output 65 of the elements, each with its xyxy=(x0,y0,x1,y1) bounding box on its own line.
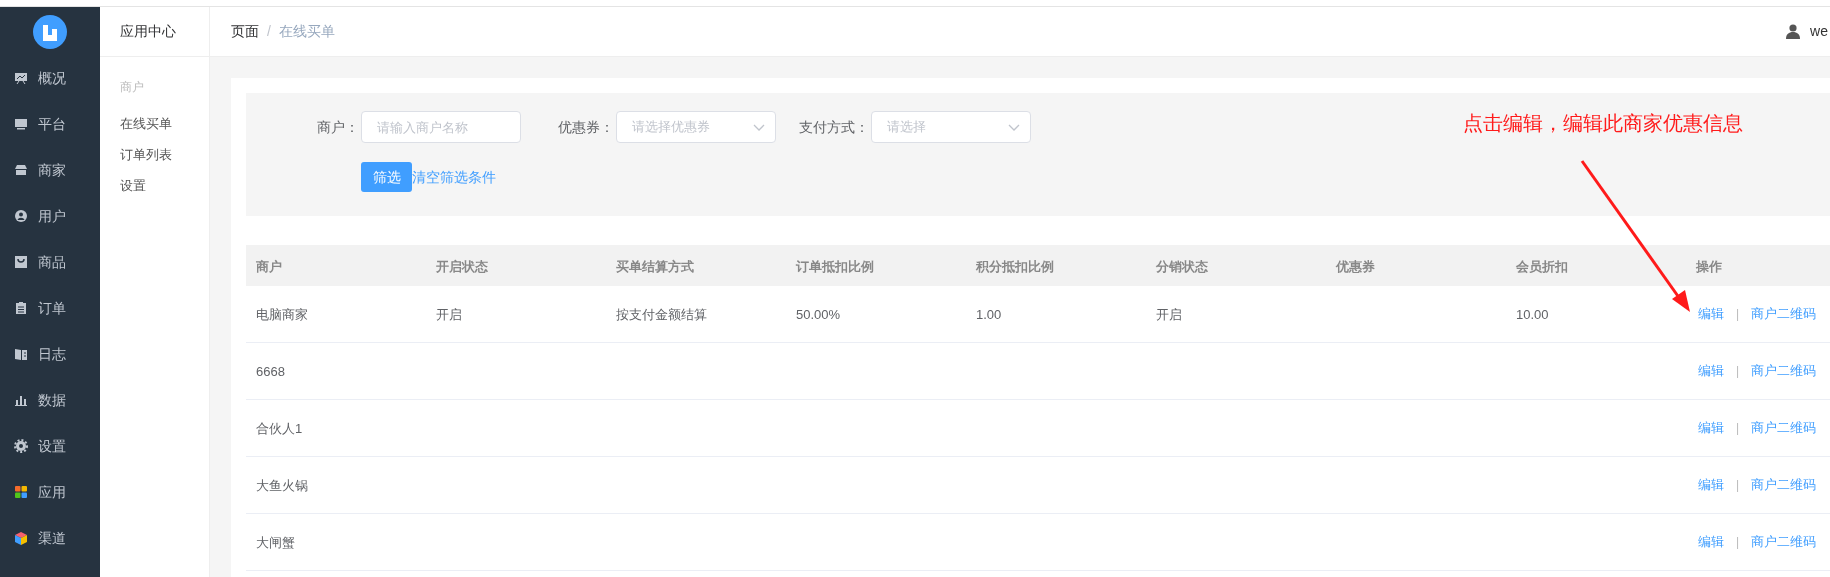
submenu-item[interactable]: 设置 xyxy=(100,170,209,201)
sidebar-item[interactable]: 应用 xyxy=(0,469,100,515)
store-icon xyxy=(14,163,28,177)
table-cell: 按支付金额结算 xyxy=(616,307,707,322)
sidebar-item[interactable]: 渠道 xyxy=(0,515,100,561)
filter-label: 优惠券： xyxy=(558,117,614,137)
app-grid-icon xyxy=(14,485,28,499)
table-cell: 50.00% xyxy=(796,307,841,322)
submenu-group-label: 商户 xyxy=(120,80,144,94)
chart-board-icon xyxy=(14,71,28,85)
sidebar-item[interactable]: 商家 xyxy=(0,147,100,193)
breadcrumb-item: 在线买单 xyxy=(278,22,335,41)
chevron-down-icon xyxy=(753,123,765,131)
action-separator: | xyxy=(1736,306,1740,323)
sidebar-item[interactable]: 日志 xyxy=(0,331,100,377)
sidebar-item[interactable]: 商品 xyxy=(0,239,100,285)
table-cell: 开启 xyxy=(1156,307,1182,322)
submenu-title: 应用中心 xyxy=(120,22,176,41)
sidebar-item[interactable]: 设置 xyxy=(0,423,100,469)
table-cell: 合伙人1 xyxy=(256,421,303,436)
breadcrumb-separator: / xyxy=(267,22,271,41)
merchant-name-field[interactable]: 请输入商户名称 xyxy=(361,111,521,143)
action-separator: | xyxy=(1736,534,1740,551)
table-cell: 1.00 xyxy=(976,307,1002,322)
sidebar-item[interactable]: 订单 xyxy=(0,285,100,331)
settings-icon xyxy=(14,439,28,453)
sidebar-item[interactable]: 平台 xyxy=(0,101,100,147)
column-header: 开启状态 xyxy=(436,258,488,274)
column-header: 积分抵扣比例 xyxy=(976,258,1054,274)
column-header: 商户 xyxy=(256,258,282,274)
annotation-text: 点击编辑，编辑此商家优惠信息 xyxy=(1463,111,1743,136)
chevron-down-icon xyxy=(1008,123,1020,131)
submenu-item[interactable]: 订单列表 xyxy=(100,139,209,170)
logo-icon xyxy=(33,15,67,49)
table-cell: 大鱼火锅 xyxy=(256,478,308,493)
sidebar-item[interactable]: 用户 xyxy=(0,193,100,239)
action-separator: | xyxy=(1736,477,1740,494)
action-separator: | xyxy=(1736,363,1740,380)
sidebar-item[interactable]: 概况 xyxy=(0,55,100,101)
column-header: 会员折扣 xyxy=(1516,258,1568,274)
filter-label: 商户： xyxy=(317,117,359,137)
column-header: 优惠券 xyxy=(1336,258,1375,274)
clipboard-icon xyxy=(14,301,28,315)
book-icon xyxy=(14,347,28,361)
sidebar-item[interactable]: 数据 xyxy=(0,377,100,423)
column-header: 操作 xyxy=(1696,258,1722,274)
monitor-icon xyxy=(14,117,28,131)
submenu-item[interactable]: 在线买单 xyxy=(100,108,209,139)
breadcrumb-item[interactable]: 页面 xyxy=(231,21,259,42)
cube-icon xyxy=(14,531,28,545)
user-icon[interactable] xyxy=(1786,24,1801,39)
bag-icon xyxy=(14,255,28,269)
table-cell: 大闸蟹 xyxy=(256,535,295,550)
user-name[interactable]: we xyxy=(1810,21,1828,42)
column-header: 订单抵扣比例 xyxy=(796,258,874,274)
table-cell: 电脑商家 xyxy=(256,307,308,322)
table-cell: 6668 xyxy=(256,364,285,379)
bar-chart-icon xyxy=(14,393,28,407)
user-circle-icon xyxy=(14,209,28,223)
action-separator: | xyxy=(1736,420,1740,437)
column-header: 分销状态 xyxy=(1156,258,1208,274)
table-cell: 10.00 xyxy=(1516,307,1549,322)
filter-label: 支付方式： xyxy=(799,117,869,137)
table-cell: 开启 xyxy=(436,307,462,322)
column-header: 买单结算方式 xyxy=(616,258,694,274)
